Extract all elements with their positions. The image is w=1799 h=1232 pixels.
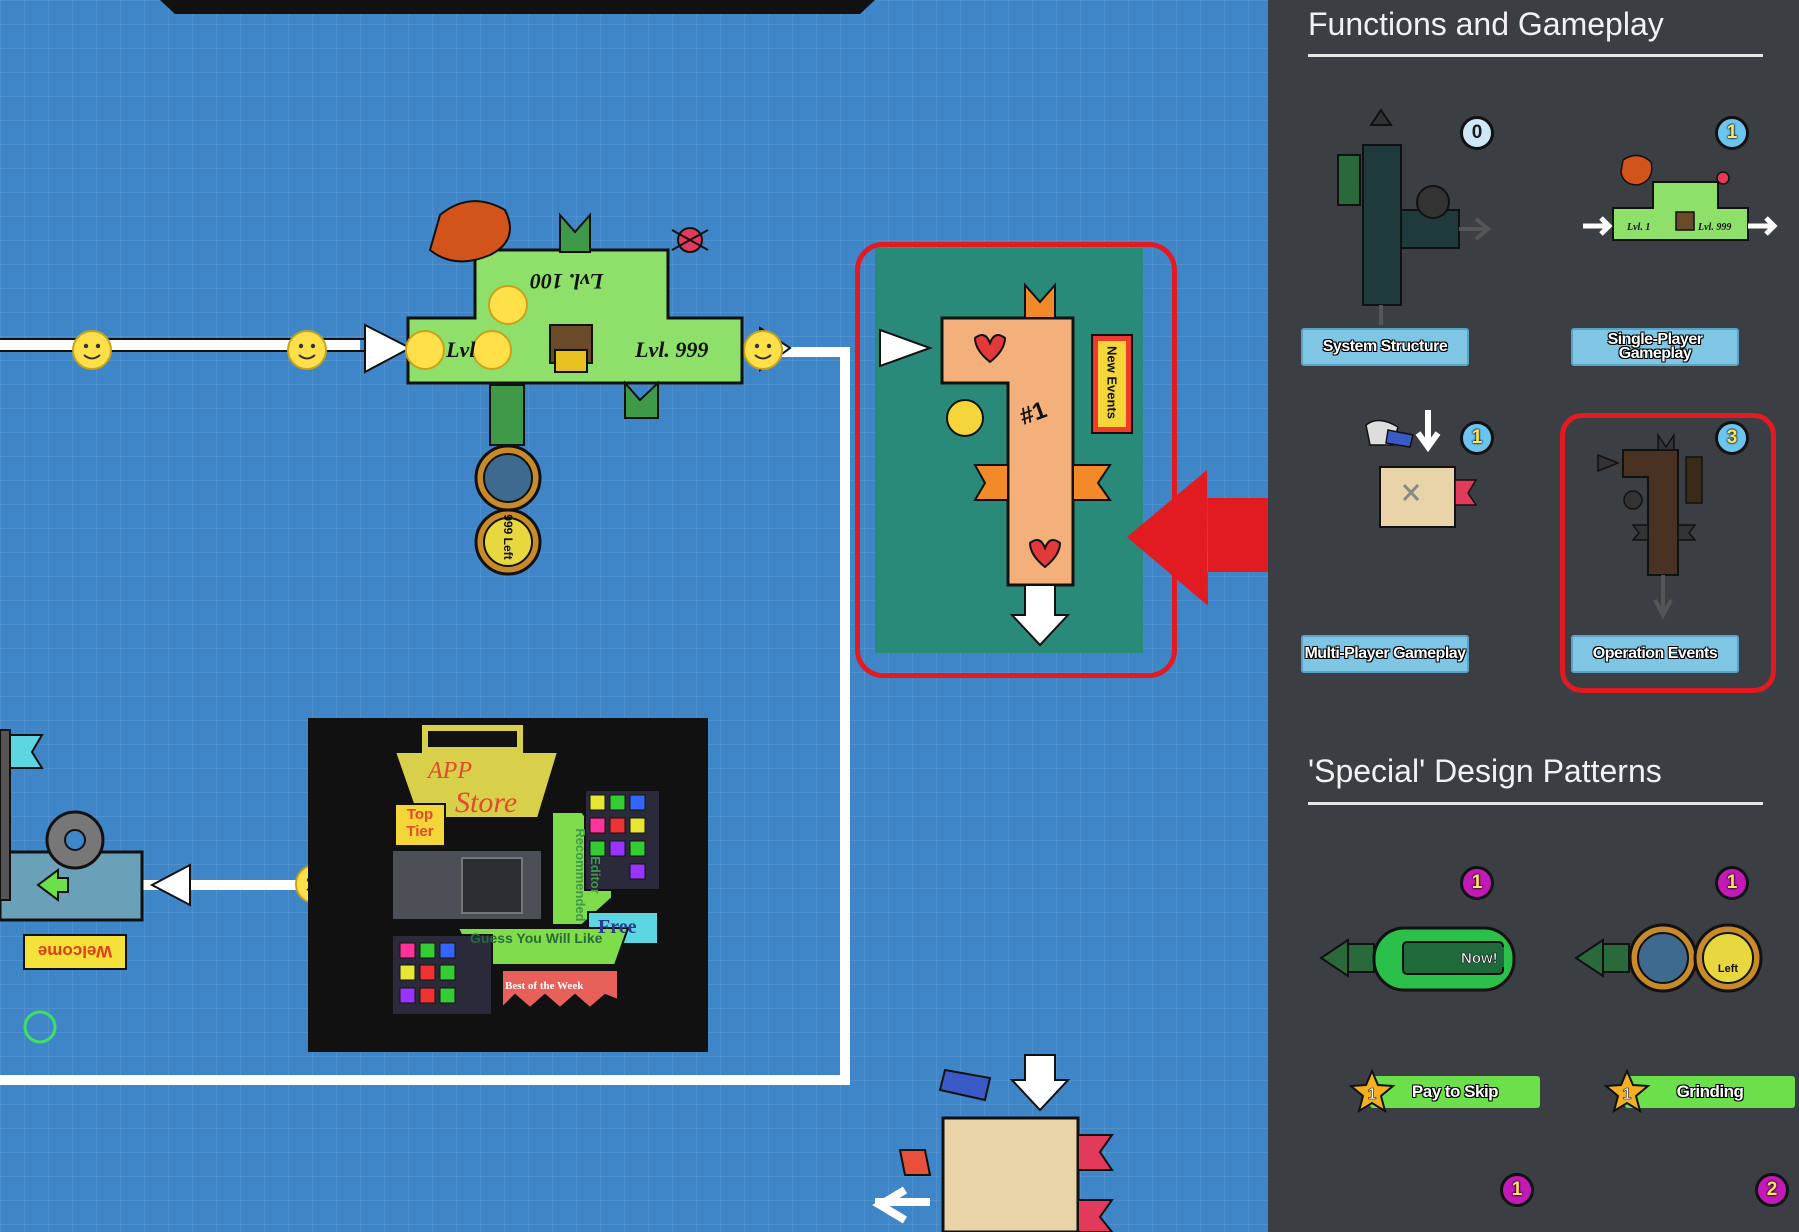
app-store-title-2: Store: [455, 786, 518, 819]
level-left-label: Lvl: [446, 337, 476, 362]
welcome-sign: Welcome: [37, 942, 113, 961]
gear-icon: [1416, 185, 1450, 219]
best-week-label: Best of the Week: [505, 980, 584, 992]
count-badge: 1: [1715, 866, 1749, 900]
category-label[interactable]: Multi-Player Gameplay: [1301, 635, 1469, 673]
top-bar: [160, 0, 875, 14]
panel-highlight: [1560, 413, 1776, 693]
svg-text:Left: Left: [1718, 963, 1739, 975]
system-structure-thumb: [1337, 108, 1492, 325]
multiplayer-block[interactable]: [872, 1054, 1114, 1232]
card-system-structure[interactable]: 0 System Structure: [1301, 100, 1528, 400]
category-label[interactable]: Single-Player Gameplay: [1571, 328, 1739, 366]
card-pay-to-skip[interactable]: Now! 1 1 Pay to Skip: [1308, 860, 1540, 1160]
star-icon: 1: [1348, 1068, 1396, 1114]
special-section-title: 'Special' Design Patterns: [1308, 753, 1662, 789]
svg-text:Lvl. 1: Lvl. 1: [1626, 222, 1650, 233]
count-badge: 1: [1460, 421, 1494, 455]
dragon-icon: [1620, 154, 1653, 186]
left-machine[interactable]: [0, 729, 144, 1044]
star-icon: 1: [1603, 1068, 1651, 1114]
svg-text:Now!: Now!: [1461, 950, 1498, 967]
design-canvas[interactable]: Lvl. 100 Lvl Lvl. 999 999 Left APP Store…: [0, 0, 1268, 1232]
svg-text:1: 1: [1623, 1086, 1632, 1103]
count-badge: 1: [1460, 866, 1494, 900]
count-badge: 2: [1755, 1173, 1789, 1207]
section-divider: [1308, 802, 1763, 805]
spider-icon: [671, 227, 709, 253]
svg-text:Lvl. 999: Lvl. 999: [1697, 222, 1731, 233]
section-divider: [1308, 54, 1763, 57]
counter-label: 999 Left: [501, 514, 515, 560]
functions-section-title: Functions and Gameplay: [1308, 6, 1664, 42]
grinding-thumb: Left: [1574, 923, 1763, 993]
level-block[interactable]: [405, 200, 744, 446]
category-label[interactable]: System Structure: [1301, 328, 1469, 366]
level-right-label: Lvl. 999: [635, 337, 709, 362]
count-badge: 1: [1500, 1173, 1534, 1207]
app-store-title-1: APP: [428, 758, 472, 784]
card-single-player[interactable]: Lvl. 1 Lvl. 999 1 Single-Player Gameplay: [1563, 100, 1783, 400]
count-badge: 1: [1715, 116, 1749, 150]
multi-player-thumb: [1365, 410, 1478, 528]
card-grinding[interactable]: Left 1 1 Grinding: [1563, 860, 1795, 1160]
library-panel[interactable]: Functions and Gameplay 0 System Structur…: [1268, 0, 1799, 1232]
card-multi-player[interactable]: 1 Multi-Player Gameplay: [1301, 405, 1528, 705]
top-tier-label: Top Tier: [406, 806, 434, 840]
svg-text:1: 1: [1368, 1086, 1377, 1103]
single-player-thumb: Lvl. 1 Lvl. 999: [1583, 154, 1778, 241]
canvas-highlight: [855, 242, 1177, 678]
pay-to-skip-thumb: Now!: [1319, 926, 1516, 992]
guess-label: Guess You Will Like: [470, 930, 603, 946]
level-top-label: Lvl. 100: [530, 269, 604, 294]
count-badge: 0: [1460, 116, 1494, 150]
